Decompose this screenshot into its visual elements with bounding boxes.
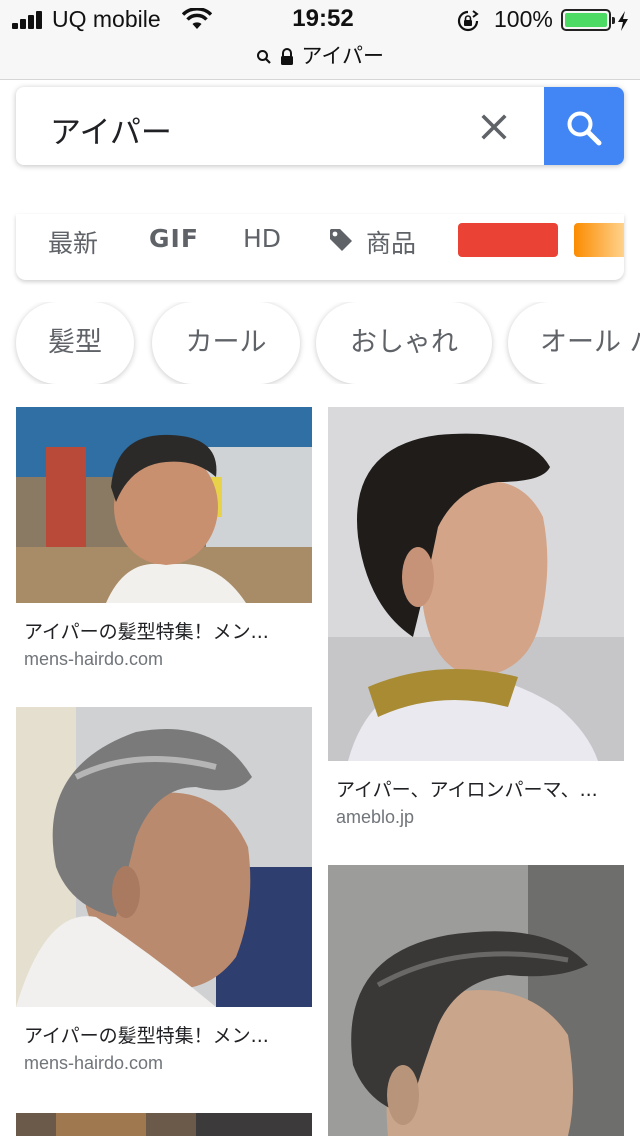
result-source: ameblo.jp [336, 807, 415, 827]
suggestion-chips: 髪型 カール おしゃれ オール バ [0, 302, 640, 384]
battery-icon [561, 9, 615, 31]
image-result-3[interactable]: アイパーの髪型特集！メン... mens-hairdo.com [16, 707, 312, 1091]
status-bar: UQ mobile 19:52 100% [0, 0, 640, 40]
lock-icon [280, 48, 293, 65]
rotation-lock-icon [457, 10, 479, 32]
chip-all-back[interactable]: オール バ [508, 302, 640, 384]
result-thumbnail[interactable] [328, 407, 624, 761]
image-result-1[interactable]: アイパーの髪型特集！メン... mens-hairdo.com [16, 407, 312, 687]
search-icon [567, 111, 602, 146]
search-input[interactable]: アイパー [50, 107, 172, 152]
result-title[interactable]: アイパーの髪型特集！メン... [24, 617, 269, 644]
search-icon [257, 50, 271, 64]
result-title[interactable]: アイパーの髪型特集！メン... [24, 1021, 269, 1048]
browser-top-bar: UQ mobile 19:52 100% アイパー [0, 0, 640, 80]
battery-percent: 100% [494, 6, 553, 32]
tag-icon [330, 229, 352, 251]
result-thumbnail[interactable] [16, 1113, 312, 1136]
color-filter-red[interactable] [458, 223, 558, 257]
search-box: アイパー [16, 87, 624, 165]
result-thumbnail[interactable] [16, 707, 312, 1007]
filter-bar: 最新 GIF HD 商品 [16, 214, 624, 280]
chip-hairstyle[interactable]: 髪型 [16, 302, 134, 384]
address-text: アイパー [301, 44, 384, 68]
result-source: mens-hairdo.com [24, 1053, 164, 1073]
result-title[interactable]: アイパー、アイロンパーマ、... [336, 775, 598, 802]
filter-hd[interactable]: HD [243, 224, 281, 253]
chip-stylish[interactable]: おしゃれ [316, 302, 492, 384]
filter-products[interactable]: 商品 [366, 224, 416, 260]
search-button[interactable] [544, 87, 624, 165]
close-icon[interactable] [478, 111, 510, 143]
image-result-2[interactable]: アイパー、アイロンパーマ、... ameblo.jp [328, 407, 624, 833]
image-result-5[interactable] [328, 865, 624, 1136]
filter-gif[interactable]: GIF [149, 224, 199, 253]
image-result-4[interactable] [16, 1113, 312, 1136]
address-bar[interactable]: アイパー [0, 40, 640, 70]
battery-level [565, 13, 607, 27]
filter-latest[interactable]: 最新 [48, 224, 98, 260]
result-thumbnail[interactable] [328, 865, 624, 1136]
result-thumbnail[interactable] [16, 407, 312, 603]
chip-curl[interactable]: カール [152, 302, 300, 384]
charging-icon [618, 11, 628, 31]
result-source: mens-hairdo.com [24, 649, 164, 669]
color-filter-orange[interactable] [574, 223, 624, 257]
